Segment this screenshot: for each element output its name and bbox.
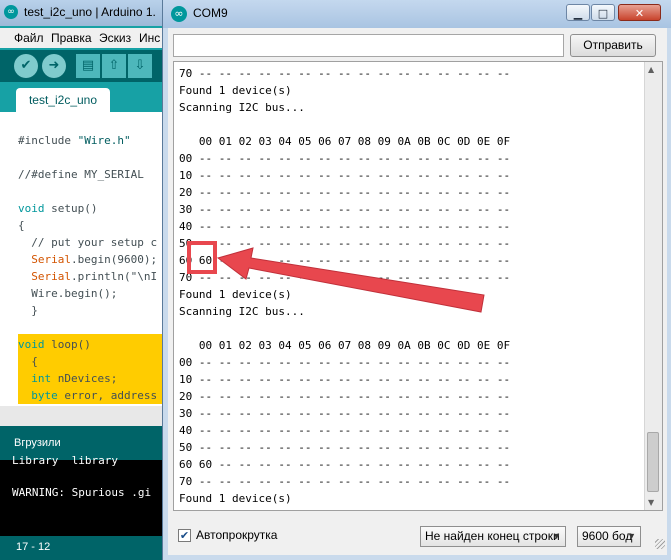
output-line: 30 -- -- -- -- -- -- -- -- -- -- -- -- -… [179, 407, 511, 420]
serial-monitor-window: ∞ COM9 ▁ □ ✕ Отправить 70 -- -- -- -- --… [162, 0, 671, 560]
output-line: 20 -- -- -- -- -- -- -- -- -- -- -- -- -… [179, 186, 511, 199]
send-input[interactable] [173, 34, 564, 57]
baud-rate-select[interactable]: 9600 бод ▼ [577, 526, 641, 547]
output-lines: 70 -- -- -- -- -- -- -- -- -- -- -- -- -… [179, 65, 510, 507]
console-line: WARNING: Spurious .gi [12, 486, 152, 499]
new-file-icon[interactable]: ▤ [76, 54, 100, 78]
resize-grip-icon[interactable] [655, 539, 665, 549]
code-line: Serial.println("\nI [18, 270, 158, 283]
output-line: 70 -- -- -- -- -- -- -- -- -- -- -- -- -… [179, 475, 511, 488]
output-line: Found 1 device(s) [179, 492, 292, 505]
chevron-down-icon: ▼ [627, 531, 636, 541]
code-line: #include "Wire.h" [18, 134, 131, 147]
output-line: 10 -- -- -- -- -- -- -- -- -- -- -- -- -… [179, 373, 511, 386]
code-line: { [18, 219, 25, 232]
window-title: COM9 [193, 6, 228, 20]
output-line: 00 01 02 03 04 05 06 07 08 09 0A 0B 0C 0… [179, 339, 511, 352]
output-line: 00 01 02 03 04 05 06 07 08 09 0A 0B 0C 0… [179, 135, 511, 148]
line-ending-select[interactable]: Не найден конец строки ▼ [420, 526, 566, 547]
vertical-scrollbar[interactable]: ▲ ▼ [644, 62, 662, 510]
serial-monitor-footer: ✔ Автопрокрутка Не найден конец строки ▼… [168, 525, 667, 551]
output-line: Found 1 device(s) [179, 288, 292, 301]
maximize-button[interactable]: □ [591, 4, 615, 21]
scroll-down-icon[interactable]: ▼ [648, 498, 654, 507]
menu-file[interactable]: Файл [14, 31, 44, 45]
scrollbar-thumb[interactable] [647, 432, 659, 492]
autoscroll-label: Автопрокрутка [196, 528, 278, 542]
output-line: 00 -- -- -- -- -- -- -- -- -- -- -- -- -… [179, 356, 511, 369]
output-line: 60 60 -- -- -- -- -- -- -- -- -- -- -- -… [179, 458, 511, 471]
code-line: //#define MY_SERIAL [18, 168, 144, 181]
code-line: { [18, 355, 38, 368]
output-line: 50 -- -- -- -- -- -- -- -- -- -- -- -- -… [179, 237, 511, 250]
menu-edit[interactable]: Правка [51, 31, 92, 45]
code-line: void loop() [18, 338, 91, 351]
output-line: 20 -- -- -- -- -- -- -- -- -- -- -- -- -… [179, 390, 511, 403]
upload-icon[interactable]: ➜ [42, 54, 66, 78]
serial-monitor-titlebar[interactable]: ∞ COM9 ▁ □ ✕ [163, 0, 671, 28]
send-button[interactable]: Отправить [570, 34, 656, 57]
save-icon[interactable]: ⇩ [128, 54, 152, 78]
scroll-up-icon[interactable]: ▲ [648, 65, 654, 74]
output-line: 70 -- -- -- -- -- -- -- -- -- -- -- -- -… [179, 271, 511, 284]
arduino-logo-icon: ∞ [4, 5, 18, 19]
output-line: 10 -- -- -- -- -- -- -- -- -- -- -- -- -… [179, 169, 511, 182]
code-line: Wire.begin(); [18, 287, 118, 300]
code-line: byte error, address [18, 389, 158, 402]
output-line: 50 -- -- -- -- -- -- -- -- -- -- -- -- -… [179, 441, 511, 454]
line-number-status: 17 - 12 [16, 541, 51, 553]
tab-sketch[interactable]: test_i2c_uno [16, 88, 110, 112]
open-icon[interactable]: ⇧ [102, 54, 126, 78]
code-line: // put your setup c [18, 236, 158, 249]
menu-sketch[interactable]: Эскиз [99, 31, 131, 45]
console-line: Library library [12, 454, 118, 467]
ide-status-text: Вгрузили [14, 437, 61, 449]
line-ending-value: Не найден конец строки [425, 529, 560, 543]
output-line: Scanning I2C bus... [179, 101, 305, 114]
arduino-logo-icon: ∞ [171, 6, 187, 22]
menu-tools[interactable]: Инс [139, 31, 160, 45]
output-line: 60 60 -- -- -- -- -- -- -- -- -- -- -- -… [179, 254, 511, 267]
autoscroll-checkbox[interactable]: ✔ [178, 529, 191, 542]
close-button[interactable]: ✕ [618, 4, 661, 21]
output-line: Scanning I2C bus... [179, 305, 305, 318]
output-line: 40 -- -- -- -- -- -- -- -- -- -- -- -- -… [179, 424, 511, 437]
serial-output[interactable]: 70 -- -- -- -- -- -- -- -- -- -- -- -- -… [173, 61, 663, 511]
code-line: int nDevices; [18, 372, 118, 385]
code-line: Serial.begin(9600); [18, 253, 158, 266]
output-line: 40 -- -- -- -- -- -- -- -- -- -- -- -- -… [179, 220, 511, 233]
minimize-button[interactable]: ▁ [566, 4, 590, 21]
chevron-down-icon: ▼ [552, 531, 561, 541]
serial-monitor-body: Отправить 70 -- -- -- -- -- -- -- -- -- … [168, 28, 667, 555]
output-line: Found 1 device(s) [179, 84, 292, 97]
baud-rate-value: 9600 бод [582, 529, 633, 543]
ide-title: test_i2c_uno | Arduino 1. [24, 5, 156, 19]
output-line: 00 -- -- -- -- -- -- -- -- -- -- -- -- -… [179, 152, 511, 165]
verify-icon[interactable]: ✔ [14, 54, 38, 78]
output-line: 30 -- -- -- -- -- -- -- -- -- -- -- -- -… [179, 203, 511, 216]
check-icon: ✔ [179, 529, 190, 542]
code-line: void setup() [18, 202, 98, 215]
output-line: 70 -- -- -- -- -- -- -- -- -- -- -- -- -… [179, 67, 511, 80]
code-line: } [18, 304, 38, 317]
